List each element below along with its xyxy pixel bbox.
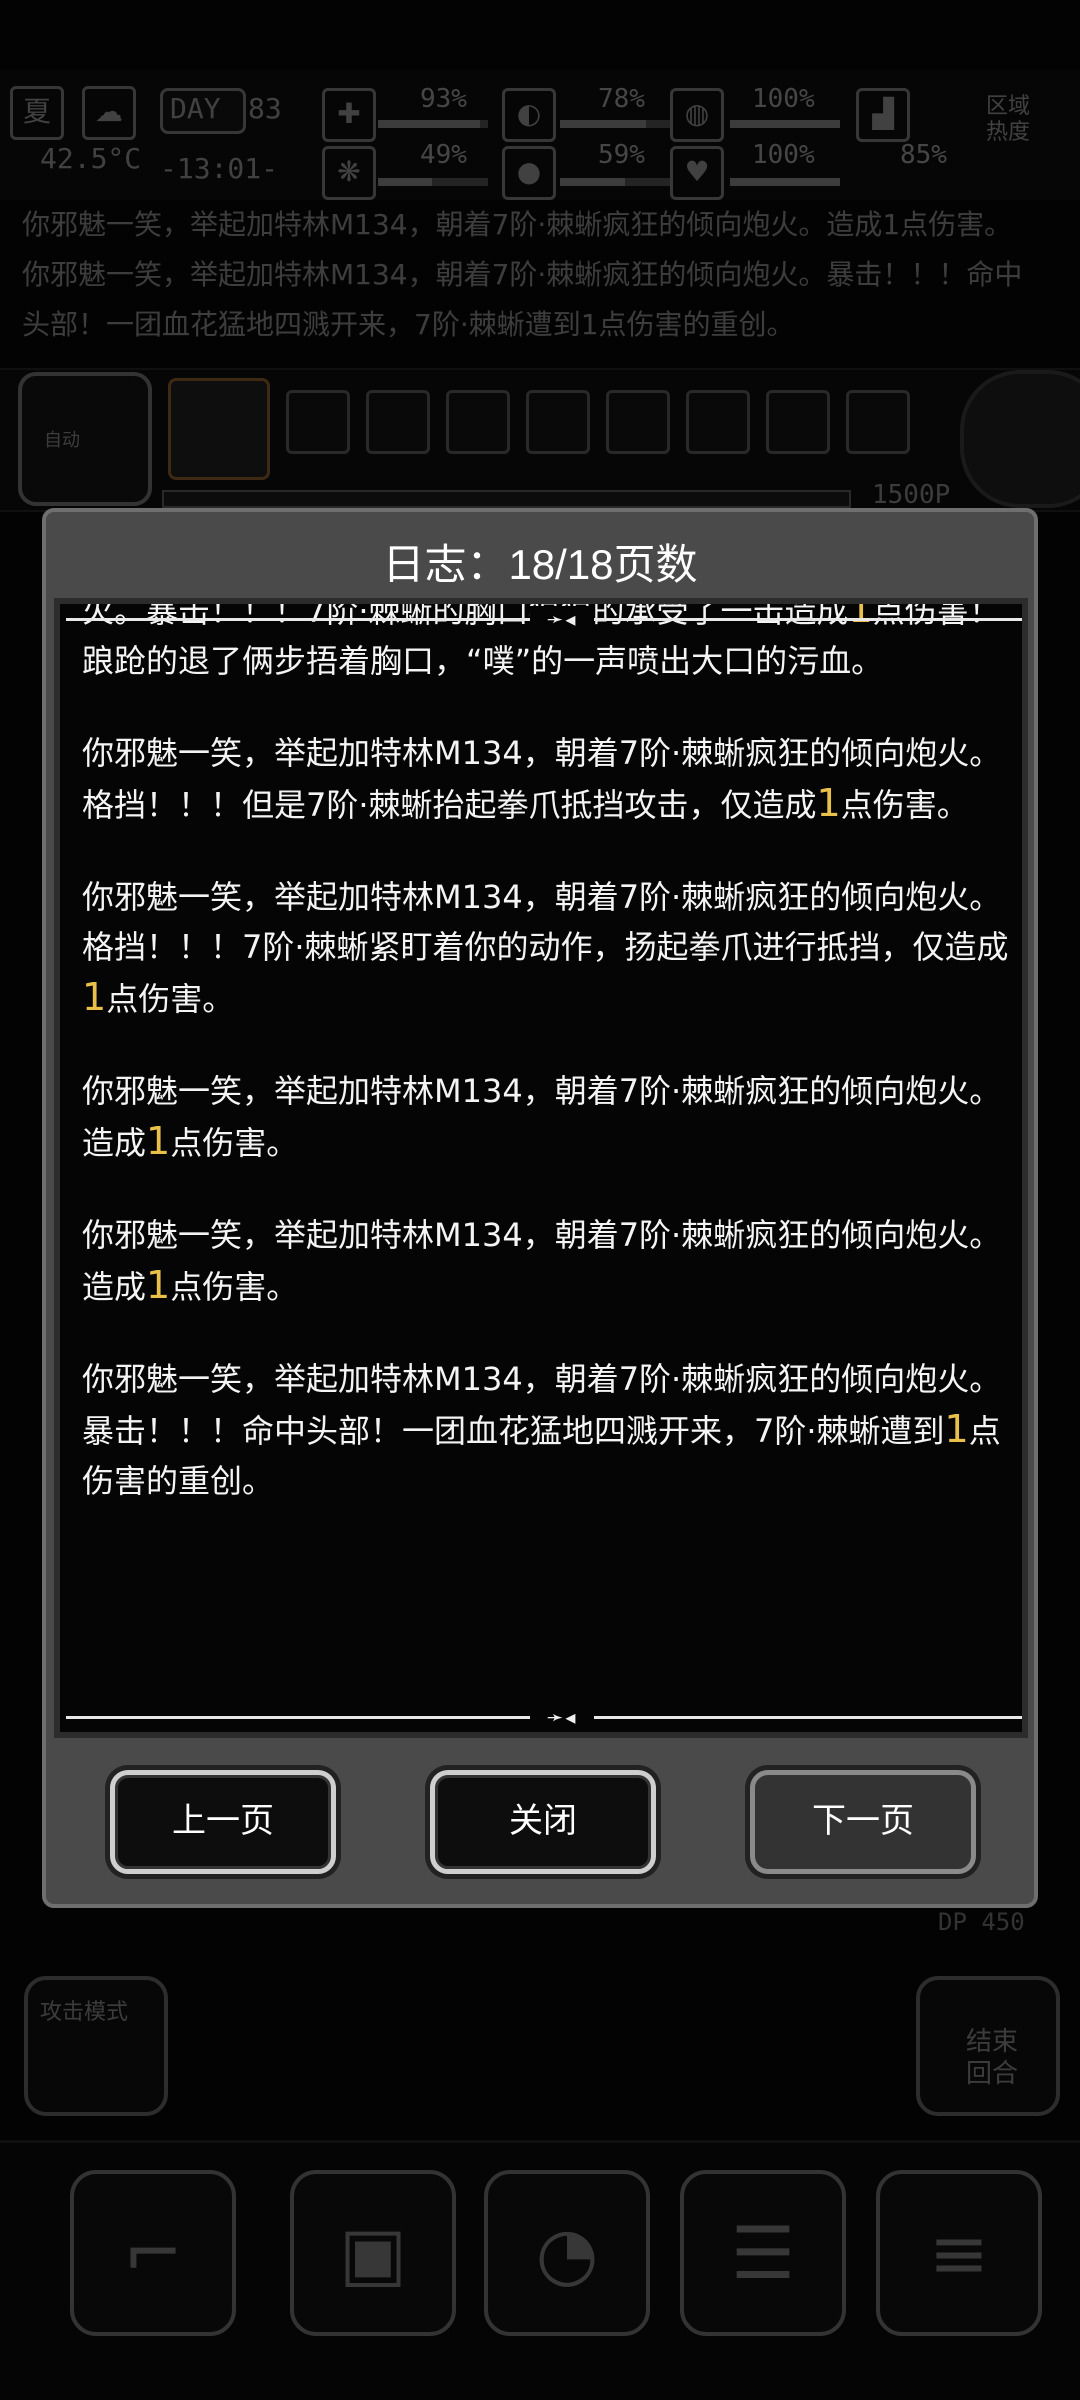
log-entry: 你邪魅一笑，举起加特林M134，朝着7阶·棘蜥疯狂的倾向炮火。造成1点伤害。 <box>82 1066 1012 1168</box>
next-page-button[interactable]: 下一页 <box>750 1770 976 1874</box>
log-entry: 你邪魅一笑，举起加特林M134，朝着7阶·棘蜥疯狂的倾向炮火。暴击！！！命中头部… <box>82 1354 1012 1506</box>
log-entry-text: 你邪魅一笑，举起加特林M134，朝着7阶·棘蜥疯狂的倾向炮火。暴击！！！命中头部… <box>82 1360 1002 1450</box>
dialog-title: 日志：18/18页数 <box>382 541 698 588</box>
converge-arrows-icon: ➛◂ <box>530 1704 594 1730</box>
converge-arrows-icon: ➛◂ <box>530 606 594 632</box>
log-panel[interactable]: 火。暴击！！！7阶·棘蜥的胸口狠狠的承受了一击造成1点伤害！踉跄的退了俩步捂着胸… <box>54 598 1028 1738</box>
damage-number: 1 <box>944 1407 969 1451</box>
bottom-divider: ➛◂ <box>66 1704 1022 1730</box>
close-button[interactable]: 关闭 <box>430 1770 656 1874</box>
log-text: 火。暴击！！！7阶·棘蜥的胸口狠狠的承受了一击造成1点伤害！踉跄的退了俩步捂着胸… <box>82 604 1012 1684</box>
log-entry-text: 点伤害。 <box>170 1124 299 1162</box>
damage-number: 1 <box>816 781 841 825</box>
log-entry-text: 点伤害。 <box>840 786 969 824</box>
prev-page-button[interactable]: 上一页 <box>110 1770 336 1874</box>
top-divider: ➛◂ <box>66 606 1022 632</box>
damage-number: 1 <box>82 975 107 1019</box>
game-screen: 夏 ☁ DAY 83 42.5°C -13:01- ✚ 93% ❋ 49% ◐ … <box>0 0 1080 2400</box>
log-entry-text: 点伤害。 <box>106 980 235 1018</box>
log-entry: 你邪魅一笑，举起加特林M134，朝着7阶·棘蜥疯狂的倾向炮火。格挡！！！7阶·棘… <box>82 872 1012 1024</box>
log-dialog: 日志：18/18页数 火。暴击！！！7阶·棘蜥的胸口狠狠的承受了一击造成1点伤害… <box>42 508 1038 1908</box>
log-entry-text: 点伤害。 <box>170 1268 299 1306</box>
damage-number: 1 <box>146 1119 171 1163</box>
log-entry-text: 你邪魅一笑，举起加特林M134，朝着7阶·棘蜥疯狂的倾向炮火。格挡！！！7阶·棘… <box>82 878 1009 966</box>
damage-number: 1 <box>146 1263 171 1307</box>
log-entry: 你邪魅一笑，举起加特林M134，朝着7阶·棘蜥疯狂的倾向炮火。造成1点伤害。 <box>82 1210 1012 1312</box>
log-entry: 你邪魅一笑，举起加特林M134，朝着7阶·棘蜥疯狂的倾向炮火。格挡！！！但是7阶… <box>82 728 1012 830</box>
